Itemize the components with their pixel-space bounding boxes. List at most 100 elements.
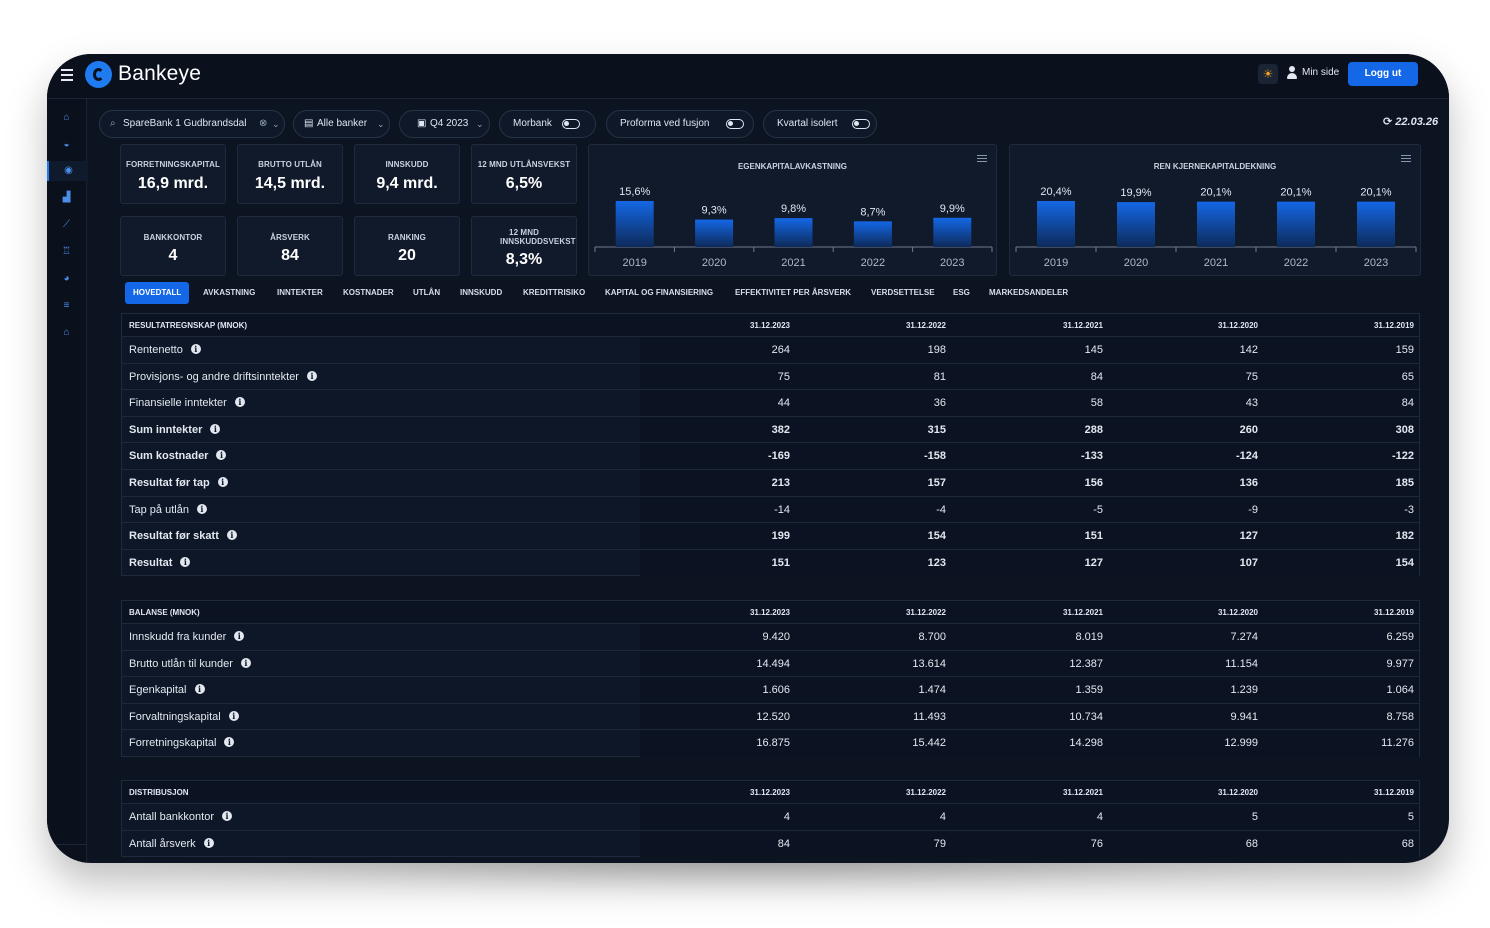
- column-header[interactable]: 31.12.2021: [1033, 321, 1103, 330]
- column-header[interactable]: 31.12.2022: [876, 788, 946, 797]
- chart-bar[interactable]: [1357, 201, 1395, 247]
- table-row[interactable]: Innskudd fra kunder i 9.420 8.700 8.019 7.274…: [122, 623, 1419, 651]
- bar-chart-icon[interactable]: ▟: [47, 188, 86, 208]
- morbank-switch[interactable]: [562, 119, 580, 129]
- clear-icon[interactable]: ⊗: [259, 111, 267, 137]
- info-icon[interactable]: i: [306, 370, 317, 381]
- column-header[interactable]: 31.12.2021: [1033, 788, 1103, 797]
- kpi-label: ÅRSVERK: [270, 233, 310, 242]
- column-header[interactable]: 31.12.2020: [1188, 608, 1258, 617]
- column-header[interactable]: 31.12.2022: [876, 321, 946, 330]
- info-icon[interactable]: i: [226, 530, 237, 541]
- chart-bar[interactable]: [1197, 201, 1235, 247]
- info-icon[interactable]: i: [234, 397, 245, 408]
- table-row[interactable]: Rentenetto i 264 198 145 142 159: [122, 336, 1419, 364]
- info-icon[interactable]: i: [203, 837, 214, 848]
- document-icon[interactable]: ≡: [47, 296, 86, 316]
- column-header[interactable]: 31.12.2019: [1344, 321, 1414, 330]
- row-label: Tap på utlån i: [129, 503, 207, 516]
- bank-icon[interactable]: ⌂: [47, 323, 86, 343]
- column-header[interactable]: 31.12.2022: [876, 608, 946, 617]
- table-row[interactable]: Finansielle inntekter i 44 36 58 43 84: [122, 389, 1419, 417]
- tab-inntekter[interactable]: INNTEKTER: [277, 282, 323, 304]
- proforma-toggle[interactable]: Proforma ved fusjon: [606, 110, 754, 138]
- info-icon[interactable]: i: [180, 556, 191, 567]
- morbank-label: Morbank: [513, 118, 552, 129]
- table-row[interactable]: Sum inntekter i 382 315 288 260 308: [122, 415, 1419, 444]
- pie-chart-icon[interactable]: ◕: [47, 269, 86, 289]
- table-row[interactable]: Forvaltningskapital i 12.520 11.493 10.734 9.…: [122, 702, 1419, 731]
- tab-verdsettelse[interactable]: VERDSETTELSE: [871, 282, 935, 304]
- chart-bar[interactable]: [1037, 201, 1075, 247]
- column-header[interactable]: 31.12.2023: [720, 788, 790, 797]
- column-header[interactable]: 31.12.2023: [720, 608, 790, 617]
- chart-bar[interactable]: [695, 219, 734, 247]
- group-select[interactable]: ▤ Alle banker ⌄: [293, 110, 390, 138]
- info-icon[interactable]: i: [216, 450, 227, 461]
- table-row[interactable]: Provisjons- og andre driftsinntekter i 75 8…: [122, 362, 1419, 391]
- morbank-toggle[interactable]: Morbank: [499, 110, 596, 138]
- tab-utlan[interactable]: UTLÅN: [413, 282, 440, 304]
- chart-bar[interactable]: [1117, 202, 1155, 247]
- menu-icon[interactable]: [61, 66, 73, 84]
- chart-bar[interactable]: [933, 217, 972, 247]
- table-cell: 11.154: [1225, 657, 1258, 670]
- column-header[interactable]: 31.12.2020: [1188, 788, 1258, 797]
- table-row[interactable]: Resultat før tap i 213 157 156 136 185: [122, 469, 1419, 497]
- tab-kostnader[interactable]: KOSTNADER: [343, 282, 394, 304]
- tab-esg[interactable]: ESG: [953, 282, 970, 304]
- table-row[interactable]: Antall årsverk i 84 79 76 68 68: [122, 829, 1419, 858]
- tab-effektivitet[interactable]: EFFEKTIVITET PER ÅRSVERK: [735, 282, 851, 304]
- table-cell: 75: [1245, 370, 1258, 383]
- line-chart-icon[interactable]: ⟋: [47, 215, 86, 235]
- dashboard-icon[interactable]: ◒: [47, 135, 86, 155]
- table-row[interactable]: Resultat i 151 123 127 107 154: [122, 548, 1419, 577]
- bank-select[interactable]: ⌕ SpareBank 1 Gudbrandsdal ⊗ ⌄: [99, 110, 285, 138]
- tab-markedsandeler[interactable]: MARKEDSANDELER: [989, 282, 1068, 304]
- table-row[interactable]: Antall bankkontor i 4 4 4 5 5: [122, 803, 1419, 831]
- min-side-link[interactable]: Min side: [1302, 67, 1339, 78]
- info-icon[interactable]: i: [194, 684, 205, 695]
- trophy-icon[interactable]: ♖: [47, 242, 86, 262]
- table-row[interactable]: Resultat før skatt i 199 154 151 127 182: [122, 522, 1419, 550]
- info-icon[interactable]: i: [240, 657, 251, 668]
- period-select[interactable]: ▣ Q4 2023 ⌄: [399, 110, 490, 138]
- info-icon[interactable]: i: [217, 477, 228, 487]
- tab-avkastning[interactable]: AVKASTNING: [203, 282, 255, 304]
- info-icon[interactable]: i: [234, 631, 245, 641]
- info-icon[interactable]: i: [210, 423, 221, 434]
- column-header[interactable]: 31.12.2019: [1344, 788, 1414, 797]
- table-cell: 1.474: [918, 684, 946, 697]
- table-row[interactable]: Egenkapital i 1.606 1.474 1.359 1.239 1.064: [122, 676, 1419, 704]
- info-icon[interactable]: i: [224, 737, 235, 748]
- column-header[interactable]: 31.12.2021: [1033, 608, 1103, 617]
- table-row[interactable]: Forretningskapital i 16.875 15.442 14.298 12.…: [122, 729, 1419, 757]
- eye-icon[interactable]: ◉: [47, 161, 88, 181]
- chart-bar[interactable]: [615, 201, 654, 247]
- chart-bar[interactable]: [1277, 201, 1315, 247]
- theme-toggle-icon[interactable]: ☀: [1258, 64, 1278, 84]
- table-row[interactable]: Sum kostnader i -169 -158 -133 -124 -122: [122, 442, 1419, 470]
- info-icon[interactable]: i: [222, 811, 232, 821]
- tab-hovedtall[interactable]: HOVEDTALL: [125, 282, 190, 304]
- kvartal-switch[interactable]: [852, 119, 870, 129]
- column-header[interactable]: 31.12.2019: [1344, 608, 1414, 617]
- kvartal-toggle[interactable]: Kvartal isolert: [763, 110, 877, 138]
- chart-bar[interactable]: [774, 218, 813, 247]
- refresh-icon[interactable]: ⟳: [1383, 116, 1392, 128]
- column-header[interactable]: 31.12.2023: [720, 321, 790, 330]
- proforma-switch[interactable]: [726, 119, 744, 129]
- column-header[interactable]: 31.12.2020: [1188, 321, 1258, 330]
- tab-kapital-og-finansiering[interactable]: KAPITAL OG FINANSIERING: [605, 282, 713, 304]
- info-icon[interactable]: i: [196, 503, 207, 514]
- logout-button[interactable]: Logg ut: [1348, 62, 1418, 86]
- tab-innskudd[interactable]: INNSKUDD: [460, 282, 502, 304]
- chart-bar[interactable]: [853, 221, 892, 247]
- table-row[interactable]: Tap på utlån i -14 -4 -5 -9 -3: [122, 495, 1419, 524]
- info-icon[interactable]: i: [190, 344, 201, 354]
- tab-kredittrisiko[interactable]: KREDITTRISIKO: [523, 282, 585, 304]
- table-row[interactable]: Brutto utlån til kunder i 14.494 13.614 12.3…: [122, 649, 1419, 678]
- updated-date[interactable]: ⟳ 22.03.26: [1383, 115, 1438, 128]
- info-icon[interactable]: i: [228, 710, 239, 721]
- home-icon[interactable]: ⌂: [47, 108, 86, 128]
